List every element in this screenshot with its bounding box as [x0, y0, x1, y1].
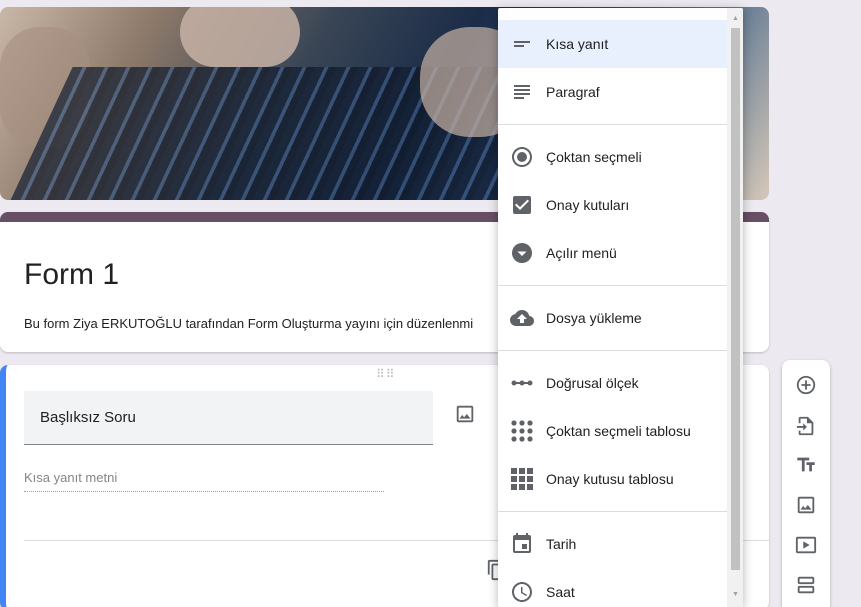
import-questions-icon[interactable] [794, 414, 818, 438]
menu-item-label: Çoktan seçmeli tablosu [546, 423, 691, 439]
menu-item-label: Dosya yükleme [546, 310, 642, 326]
menu-item-short-answer[interactable]: Kısa yanıt [498, 20, 727, 68]
add-image-icon[interactable] [794, 493, 818, 517]
menu-item-paragraph[interactable]: Paragraf [498, 68, 727, 116]
menu-item-label: Onay kutuları [546, 197, 630, 213]
add-question-icon[interactable] [794, 373, 818, 397]
clock-icon [510, 580, 534, 604]
grid-dots-icon [510, 419, 534, 443]
menu-item-checkboxes[interactable]: Onay kutuları [498, 181, 727, 229]
menu-item-label: Kısa yanıt [546, 36, 609, 52]
short-text-icon [510, 32, 534, 56]
menu-item-label: Onay kutusu tablosu [546, 471, 674, 487]
menu-item-multiple-choice[interactable]: Çoktan seçmeli [498, 133, 727, 181]
add-section-icon[interactable] [794, 573, 818, 597]
menu-item-label: Paragraf [546, 84, 600, 100]
menu-divider [498, 511, 727, 512]
linear-scale-icon [510, 371, 534, 395]
form-description[interactable]: Bu form Ziya ERKUTOĞLU tarafından Form O… [24, 316, 473, 331]
question-type-menu: Kısa yanıt Paragraf Çoktan seçmeli Onay … [498, 8, 743, 607]
form-editor: Form 1 Bu form Ziya ERKUTOĞLU tarafından… [0, 0, 861, 607]
menu-divider [498, 350, 727, 351]
upload-icon [510, 306, 534, 330]
menu-item-label: Saat [546, 584, 575, 600]
menu-scrollbar[interactable]: ▲ ▼ [727, 8, 743, 607]
short-answer-placeholder: Kısa yanıt metni [24, 470, 384, 492]
menu-item-date[interactable]: Tarih [498, 520, 727, 568]
grid-squares-icon [510, 467, 534, 491]
side-toolbar [782, 360, 830, 607]
paragraph-icon [510, 80, 534, 104]
menu-divider [498, 124, 727, 125]
scroll-down-icon[interactable]: ▼ [731, 590, 740, 600]
form-title[interactable]: Form 1 [24, 258, 119, 292]
menu-item-dropdown[interactable]: Açılır menü [498, 229, 727, 277]
menu-item-label: Açılır menü [546, 245, 617, 261]
radio-icon [510, 145, 534, 169]
menu-divider [498, 285, 727, 286]
scroll-up-icon[interactable]: ▲ [731, 14, 740, 24]
checkbox-icon [510, 193, 534, 217]
menu-item-multiple-choice-grid[interactable]: Çoktan seçmeli tablosu [498, 407, 727, 455]
menu-item-label: Doğrusal ölçek [546, 375, 639, 391]
question-title-field[interactable]: Başlıksız Soru [24, 391, 433, 445]
add-video-icon[interactable] [794, 533, 818, 557]
menu-item-checkbox-grid[interactable]: Onay kutusu tablosu [498, 455, 727, 503]
drag-handle-icon[interactable]: ⠿⠿ [376, 368, 396, 380]
menu-item-label: Tarih [546, 536, 577, 552]
add-title-icon[interactable] [794, 453, 818, 477]
menu-item-label: Çoktan seçmeli [546, 149, 642, 165]
question-title: Başlıksız Soru [40, 409, 136, 426]
menu-item-file-upload[interactable]: Dosya yükleme [498, 294, 727, 342]
menu-item-time[interactable]: Saat [498, 568, 727, 607]
dropdown-icon [510, 241, 534, 265]
scroll-thumb[interactable] [731, 28, 740, 570]
calendar-icon [510, 532, 534, 556]
menu-item-linear-scale[interactable]: Doğrusal ölçek [498, 359, 727, 407]
add-image-icon[interactable] [454, 403, 476, 425]
